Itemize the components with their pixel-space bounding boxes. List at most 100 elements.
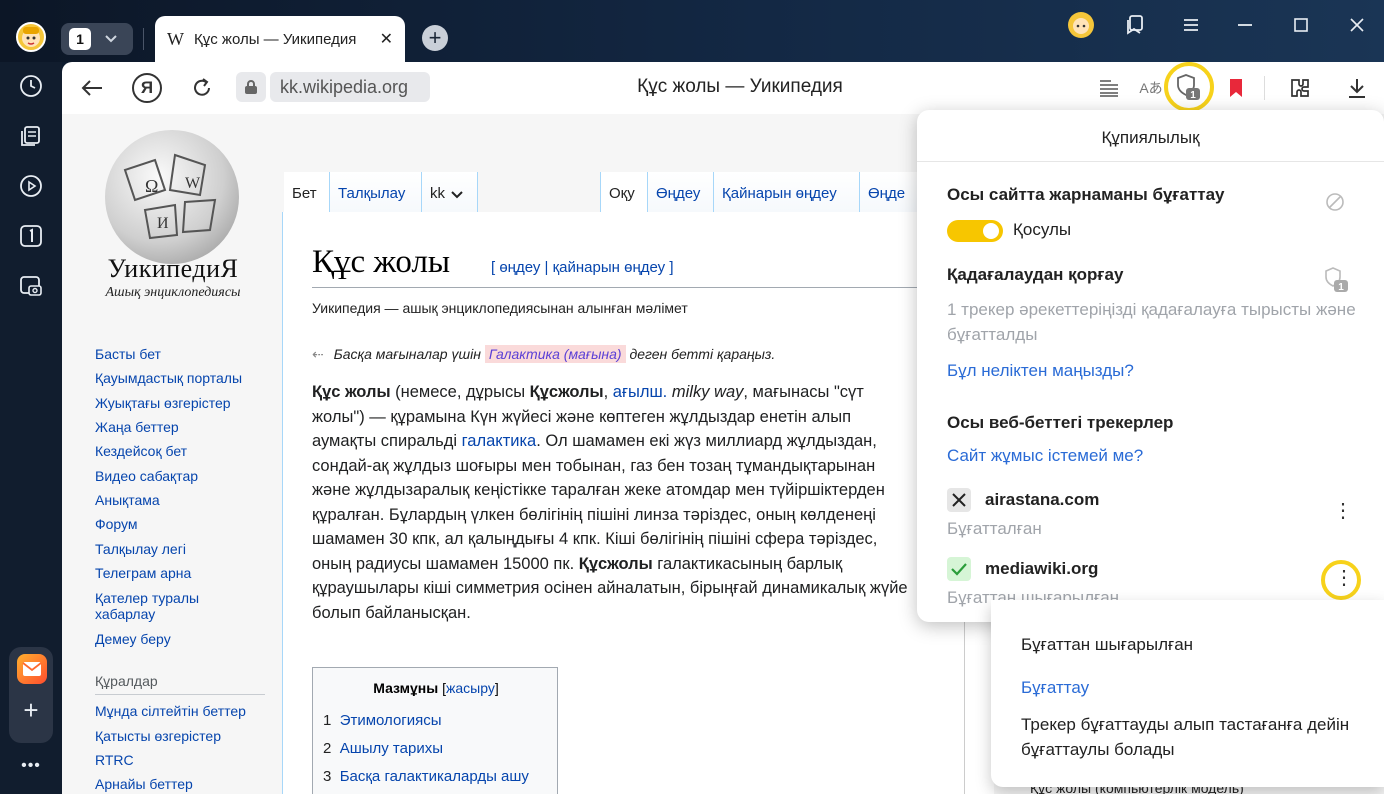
nav-random-page[interactable]: Кездейсоқ бет [95,443,187,460]
menu-icon[interactable] [1178,12,1204,38]
tracker-domain: airastana.com [985,490,1100,509]
nav-telegram[interactable]: Телеграм арна [95,565,191,582]
nav-community-portal[interactable]: Қауымдастық порталы [95,370,242,387]
new-tab-button[interactable]: + [422,25,448,51]
nav-recent-changes[interactable]: Жуықтағы өзгерістер [95,395,231,412]
profile-avatar[interactable] [16,22,46,52]
link-english[interactable]: ағылш. [613,383,668,401]
tab-count: 1 [69,28,91,50]
nav-help[interactable]: Анықтама [95,492,160,509]
tab-talk[interactable]: Талқылау [330,172,422,212]
nav-report-errors[interactable]: Қателер туралы [95,590,199,607]
article-heading: Құс жолы [312,244,451,280]
reader-mode-icon[interactable] [1097,76,1121,100]
tool-rtrc[interactable]: RTRC [95,752,134,769]
why-important-link[interactable]: Бұл неліктен маңызды? [947,361,1134,381]
bookmarks-panel-icon[interactable] [1122,12,1148,38]
disambig-icon: ⇠ [312,346,324,362]
heading-edit-links[interactable]: [ өңдеу | қайнарын өңдеу ] [491,259,674,276]
translate-icon[interactable]: Aあ [1138,76,1164,100]
tool-special-pages[interactable]: Арнайы беттер [95,776,193,793]
lock-icon[interactable] [236,72,266,102]
minimize-icon[interactable] [1232,12,1258,38]
tracking-badge: 1 [1338,282,1344,293]
tab-edit-cut[interactable]: Өңде [860,172,920,212]
adblock-toggle[interactable] [947,220,1003,242]
nav-report-errors-cont[interactable]: хабарлау [95,606,155,623]
shield-highlight-ring [1164,62,1214,112]
tab-read[interactable]: Оқу [600,172,648,212]
heading-underline [312,287,952,288]
check-icon [947,557,971,581]
tab-edit-source[interactable]: Қайнарын өңдеу [714,172,860,212]
back-icon[interactable] [78,74,106,102]
nav-forum[interactable]: Форум [95,516,138,533]
toc-hide-link[interactable]: жасыру [446,680,495,696]
close-window-icon[interactable] [1344,12,1370,38]
tracker-more-icon[interactable]: ⋮ [1333,501,1353,521]
collections-icon[interactable] [13,118,49,154]
reload-icon[interactable] [188,74,216,102]
tabs-group-button[interactable]: 1 [61,23,133,55]
tracking-heading: Қадағалаудан қорғау [947,265,1124,284]
toc-item[interactable]: 1 Этимологиясы [323,712,442,729]
extensions-icon[interactable] [1287,74,1313,102]
privacy-panel-title: Құпиялылық [1101,128,1200,147]
svg-text:И: И [157,215,169,232]
cross-icon [947,488,971,512]
body-line-1: Құс жолы (немесе, дұрысы Құсжолы, ағылш.… [312,383,864,401]
download-icon[interactable] [1344,74,1370,102]
toc-heading: Мазмұны [373,680,439,696]
tracker-domain: mediawiki.org [985,559,1099,578]
tab-edit[interactable]: Өңдеу [648,172,714,212]
panel-divider [917,161,1384,162]
right-infobox-edge [964,620,994,794]
history-icon[interactable] [13,68,49,104]
nav-main-page[interactable]: Басты бет [95,346,161,363]
active-tab[interactable]: W Құс жолы — Уикипедия ✕ [155,16,405,62]
hatnote-link[interactable]: Галактика (мағына) [484,345,626,363]
close-tab-icon[interactable]: ✕ [380,29,393,49]
tab-article[interactable]: Бет [284,172,330,212]
body-line-3: аумақты спиральді галактика. Ол шамамен … [312,432,877,450]
body-line-6: құралған. Бұлардың үлкен бөлігінің пішін… [312,505,876,524]
toc-item[interactable]: 3 Басқа галактикаларды ашу [323,768,529,785]
yandex-logo-icon[interactable]: Я [132,73,162,103]
tab-language[interactable]: kk [422,172,478,212]
maximize-icon[interactable] [1288,12,1314,38]
table-of-contents: Мазмұны [жасыру] 1 Этимологиясы 2 Ашылу … [312,667,558,794]
adblock-icon [1325,192,1345,217]
bookmark-icon[interactable] [1224,74,1248,102]
menu-block-action[interactable]: Бұғаттау [1021,678,1089,698]
toolbar-divider [1264,76,1265,100]
profile-avatar-small[interactable] [1068,12,1094,38]
tools-divider [95,694,265,695]
wikipedia-globe-logo[interactable]: Ω W И [105,130,239,264]
screenshot-icon[interactable] [13,268,49,304]
tracking-shield-icon: 1 [1323,266,1351,299]
video-play-icon[interactable] [13,168,49,204]
mail-app-icon[interactable] [17,654,47,684]
site-broken-link[interactable]: Сайт жұмыс істемей ме? [947,446,1143,466]
nav-video-tutorials[interactable]: Видео сабақтар [95,468,198,485]
chevron-down-icon [105,30,117,48]
tools-heading: Құралдар [95,673,158,689]
address-bar[interactable]: kk.wikipedia.org [270,72,430,102]
from-wikipedia-line: Уикипедия — ашық энциклопедиясынан алынғ… [312,300,688,316]
tool-related-changes[interactable]: Қатысты өзгерістер [95,728,221,745]
nav-new-pages[interactable]: Жаңа беттер [95,419,179,436]
wiki-logo-name[interactable]: УикипедиЯ [88,254,258,284]
nav-discussion-feed[interactable]: Талқылау легі [95,541,186,558]
nav-donate[interactable]: Демеу беру [95,631,171,648]
tabs-count-icon[interactable] [13,218,49,254]
hatnote: ⇠ Басқа мағыналар үшін Галактика (мағына… [312,345,775,363]
more-dots-icon[interactable]: ••• [13,748,49,784]
toc-item[interactable]: 2 Ашылу тарихы [323,740,443,757]
adblock-heading: Осы сайтта жарнаманы бұғаттау [947,185,1225,204]
body-line-4: сондай-ақ жұлдыз шоғыры мен тобынан, газ… [312,456,876,475]
link-galaxy[interactable]: галактика [462,432,537,450]
wiki-logo-subtitle: Ашық энциклопедиясы [105,285,241,300]
menu-note: Трекер бұғаттауды алып тастағанға дейін … [1021,715,1350,759]
tool-what-links-here[interactable]: Мұнда сілтейтін беттер [95,703,246,720]
add-app-icon[interactable]: + [13,692,49,728]
